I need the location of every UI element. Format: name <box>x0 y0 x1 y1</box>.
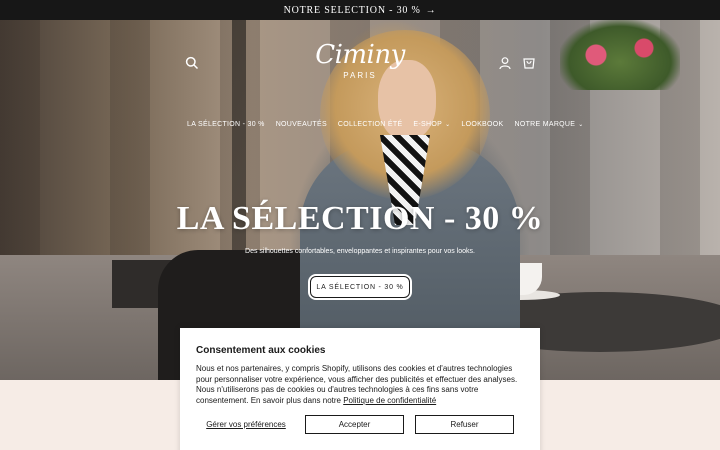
nav-item-label: NOUVEAUTÉS <box>275 120 327 128</box>
account-icon[interactable] <box>498 56 512 70</box>
privacy-policy-link[interactable]: Politique de confidentialité <box>343 396 436 405</box>
logo-subtitle: PARIS <box>343 71 377 80</box>
manage-preferences-button[interactable]: Gérer vos préférences <box>196 415 296 434</box>
cookie-banner-text: Nous et nos partenaires, y compris Shopi… <box>196 364 524 406</box>
announcement-text[interactable]: NOTRE SELECTION - 30 % <box>284 5 421 16</box>
refuse-button[interactable]: Refuser <box>415 415 514 434</box>
chevron-down-icon: ⌄ <box>578 121 584 128</box>
announcement-bar[interactable]: NOTRE SELECTION - 30 % → <box>0 0 720 20</box>
cookie-consent-banner: Consentement aux cookies Nous et nos par… <box>180 328 540 450</box>
nav-item-label: NOTRE MARQUE <box>514 120 576 128</box>
nav-item-eshop[interactable]: E-SHOP ⌄ <box>413 121 450 128</box>
hero-title: LA SÉLECTION - 30 % <box>176 200 544 237</box>
nav-item-label: LOOKBOOK <box>461 120 504 128</box>
accept-button[interactable]: Accepter <box>305 415 404 434</box>
site-header: Ciminy PARIS LA SÉLECTION - 30 % NOUVEAU… <box>0 20 720 128</box>
cookie-banner-title: Consentement aux cookies <box>196 345 326 356</box>
nav-item-selection[interactable]: LA SÉLECTION - 30 % <box>187 121 265 128</box>
search-icon[interactable] <box>185 56 199 70</box>
main-nav: LA SÉLECTION - 30 % NOUVEAUTÉS COLLECTIO… <box>187 118 584 130</box>
nav-item-nouveautes[interactable]: NOUVEAUTÉS <box>276 121 327 128</box>
cookie-banner-actions: Gérer vos préférences Accepter Refuser <box>196 415 526 434</box>
nav-item-lookbook[interactable]: LOOKBOOK <box>461 121 503 128</box>
nav-item-label: LA SÉLECTION - 30 % <box>187 120 265 128</box>
brand-logo[interactable]: Ciminy PARIS <box>310 42 410 86</box>
nav-item-collection-ete[interactable]: COLLECTION ÉTÉ <box>338 121 403 128</box>
hero-subtitle: Des silhouettes confortables, enveloppan… <box>245 248 475 255</box>
logo-wordmark: Ciminy <box>315 40 405 70</box>
cart-icon[interactable] <box>522 56 536 70</box>
arrow-right-icon: → <box>425 4 437 16</box>
nav-item-notre-marque[interactable]: NOTRE MARQUE ⌄ <box>514 121 583 128</box>
nav-item-label: E-SHOP <box>413 120 443 128</box>
hero-cta-button[interactable]: LA SÉLECTION - 30 % <box>310 276 410 298</box>
nav-item-label: COLLECTION ÉTÉ <box>337 120 403 128</box>
chevron-down-icon: ⌄ <box>445 121 451 128</box>
